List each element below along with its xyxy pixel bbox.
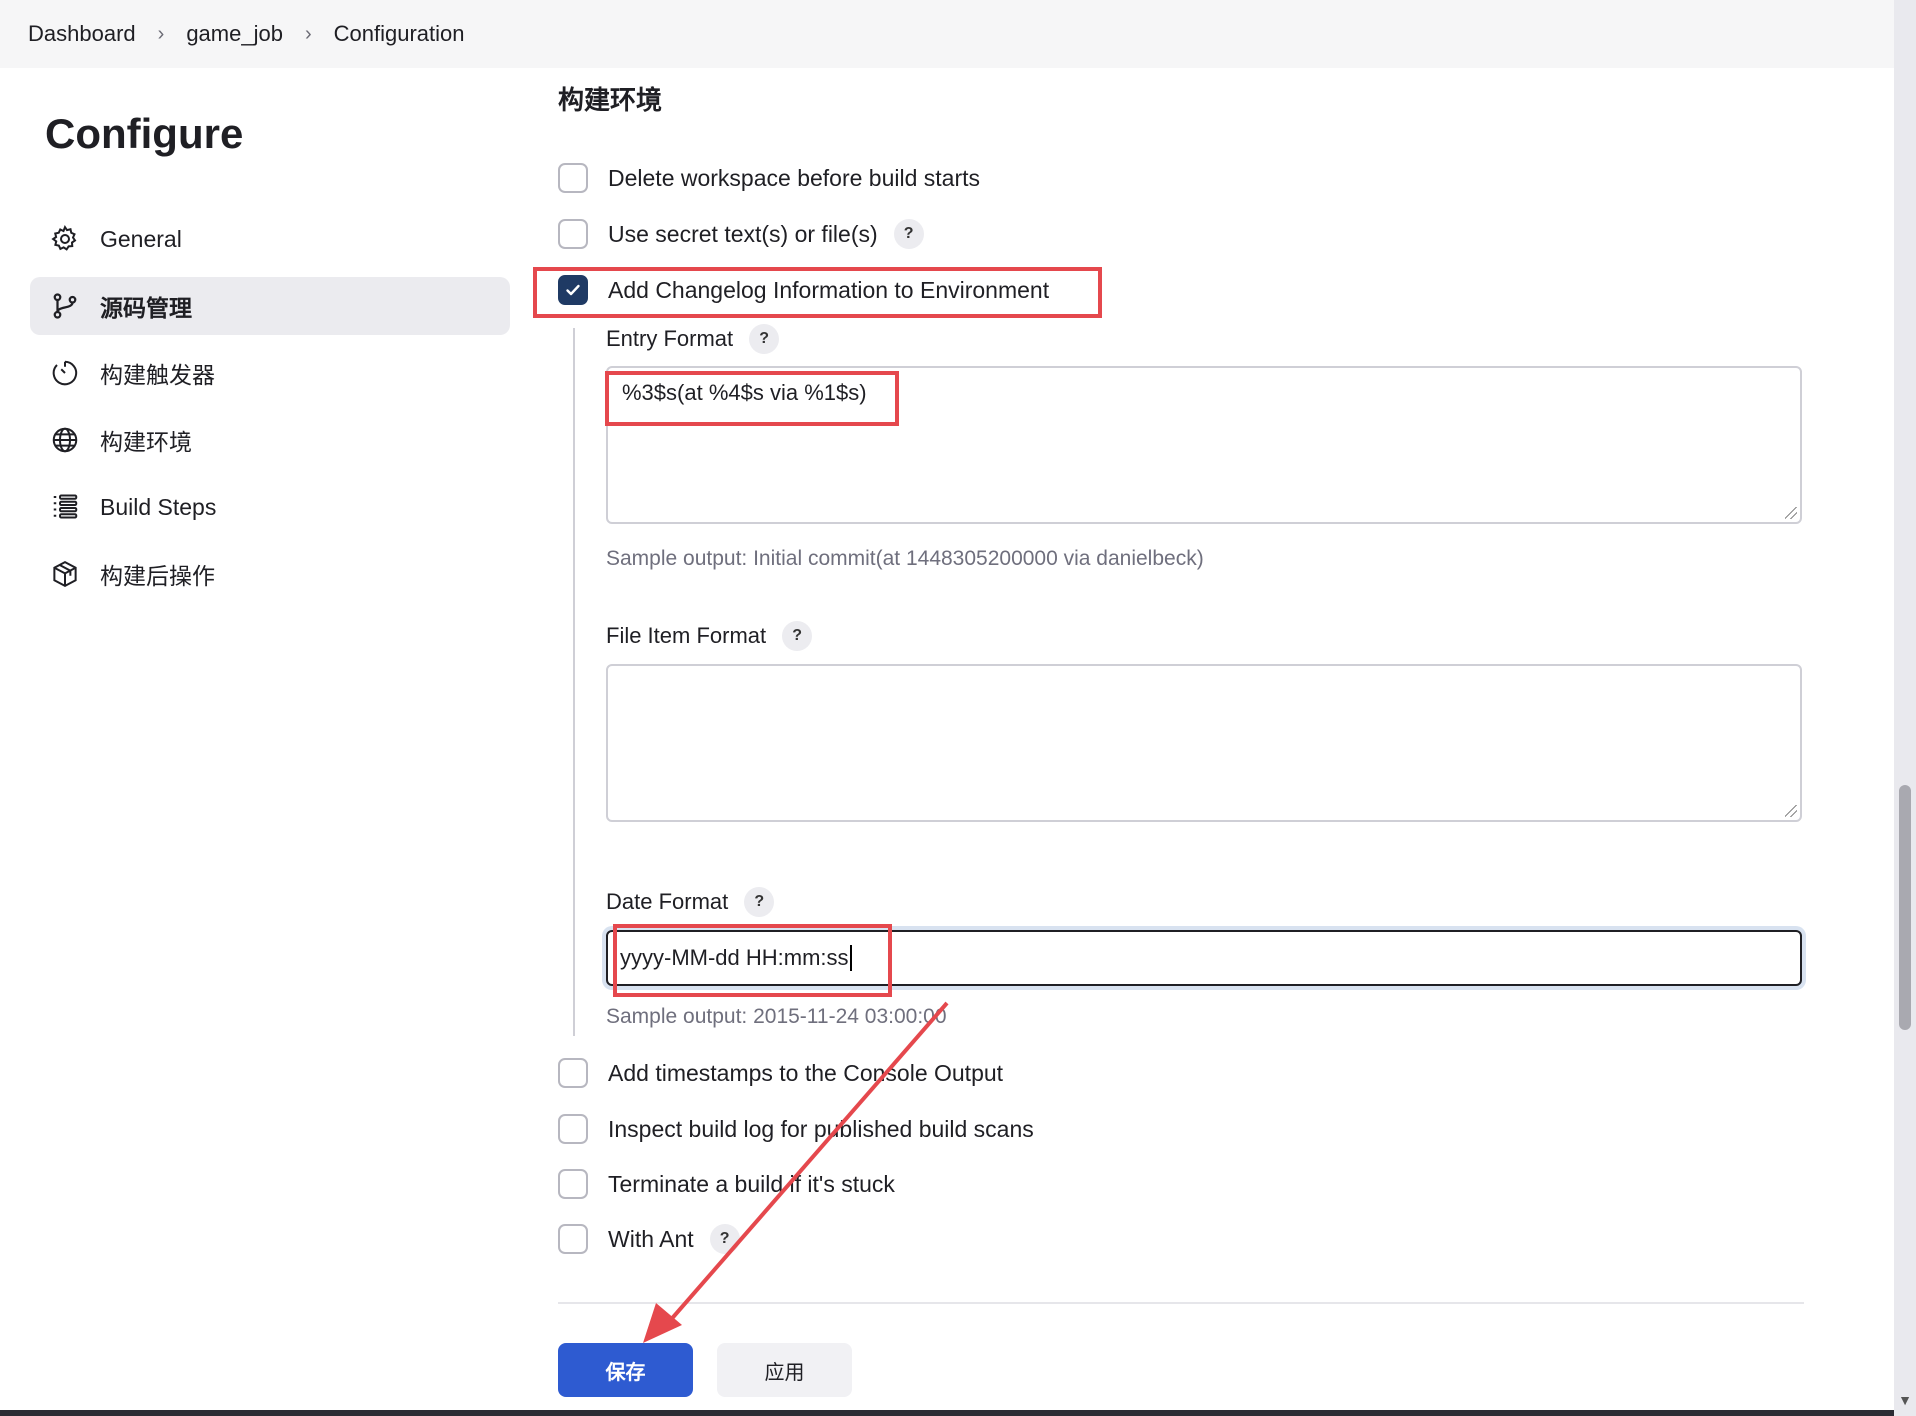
annotation-box-changelog — [533, 267, 1102, 318]
sidebar-item-label: 构建后操作 — [100, 563, 215, 589]
resize-handle-icon[interactable] — [1785, 507, 1797, 519]
gear-icon — [48, 222, 82, 256]
checkbox[interactable] — [558, 1224, 588, 1254]
timer-icon — [48, 356, 82, 390]
sidebar-item-general[interactable]: General — [30, 210, 510, 268]
sidebar-item-label: 构建触发器 — [100, 362, 215, 388]
annotation-box-date-format — [613, 924, 892, 997]
breadcrumb-job[interactable]: game_job — [186, 21, 283, 47]
sidebar: General 源码管理 构建触发器 构建环境 Build Steps 构建后操… — [30, 210, 510, 612]
nested-section-line — [573, 328, 575, 1036]
sidebar-item-scm[interactable]: 源码管理 — [30, 277, 510, 335]
checkbox[interactable] — [558, 1169, 588, 1199]
sidebar-item-environment[interactable]: 构建环境 — [30, 411, 510, 469]
option-inspect-log[interactable]: Inspect build log for published build sc… — [558, 1114, 1034, 1144]
file-item-format-label: File Item Format ? — [606, 621, 813, 651]
help-icon[interactable]: ? — [782, 621, 813, 651]
checkbox[interactable] — [558, 219, 588, 249]
footer-divider — [558, 1302, 1804, 1304]
globe-icon — [48, 423, 82, 457]
checkbox[interactable] — [558, 1114, 588, 1144]
option-label: Add timestamps to the Console Output — [608, 1059, 1004, 1086]
scrollbar[interactable]: ▼ — [1894, 0, 1916, 1416]
entry-format-sample: Sample output: Initial commit(at 1448305… — [606, 547, 1204, 570]
entry-format-label: Entry Format ? — [606, 324, 780, 354]
scrollbar-thumb[interactable] — [1899, 785, 1911, 1030]
list-icon — [48, 490, 82, 524]
breadcrumb-dashboard[interactable]: Dashboard — [28, 21, 136, 47]
annotation-box-entry-format — [605, 371, 899, 426]
sidebar-item-label: Build Steps — [100, 493, 217, 520]
field-label-text: Date Format — [606, 889, 729, 914]
field-label-text: File Item Format — [606, 623, 767, 648]
chevron-right-icon: › — [157, 22, 165, 45]
checkbox[interactable] — [558, 163, 588, 193]
sidebar-item-label: 源码管理 — [100, 295, 192, 321]
resize-handle-icon[interactable] — [1785, 805, 1797, 817]
option-label: Inspect build log for published build sc… — [608, 1115, 1034, 1142]
option-label: With Ant — [608, 1225, 694, 1252]
sidebar-item-build-steps[interactable]: Build Steps — [30, 478, 510, 536]
option-label: Use secret text(s) or file(s) — [608, 220, 878, 247]
help-icon[interactable]: ? — [749, 324, 780, 354]
option-label: Delete workspace before build starts — [608, 164, 981, 191]
field-label-text: Entry Format — [606, 326, 734, 351]
scroll-down-icon[interactable]: ▼ — [1898, 1392, 1912, 1408]
file-item-format-textarea[interactable] — [606, 664, 1802, 822]
breadcrumb: Dashboard › game_job › Configuration — [0, 0, 1894, 68]
checkbox[interactable] — [558, 1058, 588, 1088]
bottom-border — [0, 1410, 1894, 1416]
help-icon[interactable]: ? — [893, 219, 924, 249]
package-icon — [48, 557, 82, 591]
save-button[interactable]: 保存 — [558, 1343, 693, 1397]
option-delete-workspace[interactable]: Delete workspace before build starts — [558, 163, 980, 193]
option-terminate-stuck[interactable]: Terminate a build if it's stuck — [558, 1169, 895, 1199]
sidebar-item-label: 构建环境 — [100, 429, 192, 455]
option-with-ant[interactable]: With Ant ? — [558, 1224, 740, 1254]
breadcrumb-configuration[interactable]: Configuration — [334, 21, 465, 47]
sidebar-item-post-build[interactable]: 构建后操作 — [30, 545, 510, 603]
option-timestamps[interactable]: Add timestamps to the Console Output — [558, 1058, 1003, 1088]
section-title: 构建环境 — [558, 85, 663, 115]
page-title: Configure — [45, 110, 244, 157]
chevron-right-icon: › — [304, 22, 312, 45]
help-icon[interactable]: ? — [744, 887, 775, 917]
option-secret-text[interactable]: Use secret text(s) or file(s) ? — [558, 219, 924, 249]
help-icon[interactable]: ? — [709, 1224, 740, 1254]
apply-button[interactable]: 应用 — [717, 1343, 852, 1397]
option-label: Terminate a build if it's stuck — [608, 1170, 895, 1197]
sidebar-item-triggers[interactable]: 构建触发器 — [30, 344, 510, 402]
date-format-label: Date Format ? — [606, 887, 775, 917]
branch-icon — [48, 289, 82, 323]
date-format-sample: Sample output: 2015-11-24 03:00:00 — [606, 1005, 947, 1028]
sidebar-item-label: General — [100, 225, 182, 252]
